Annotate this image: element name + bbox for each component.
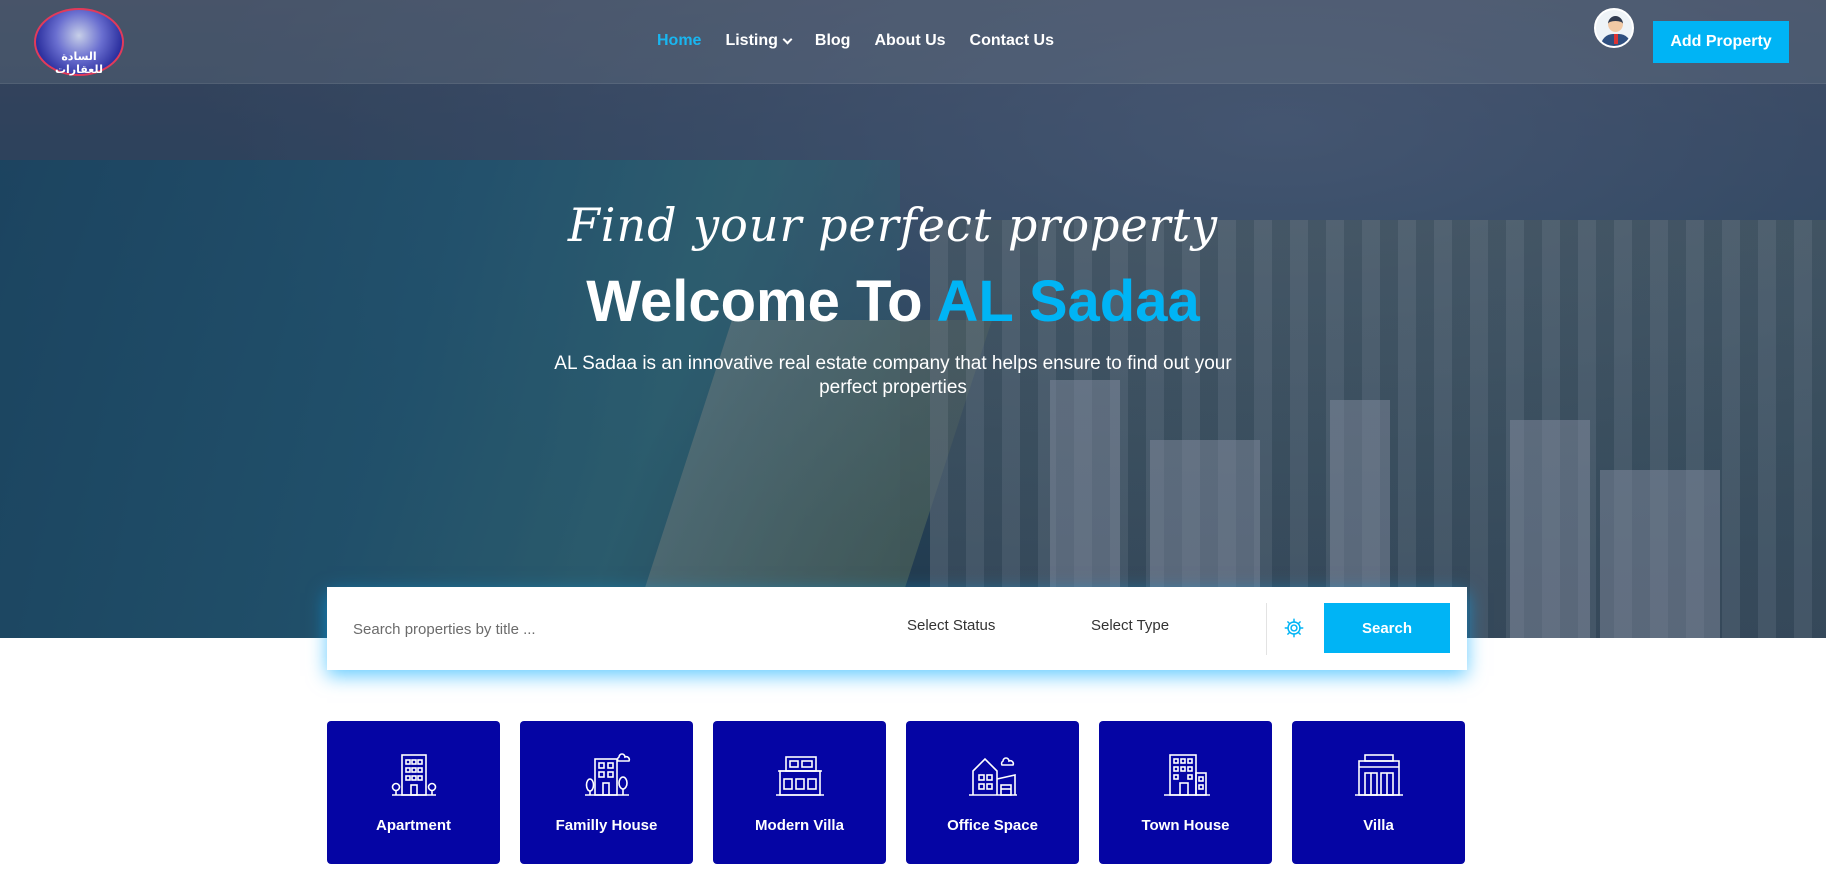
- category-label: Apartment: [375, 817, 451, 834]
- category-list: Apartment Familly House Modern Villa Off…: [327, 721, 1485, 864]
- hero-subtitle: AL Sadaa is an innovative real estate co…: [554, 353, 1232, 398]
- top-navbar: السادة للعقارات Home Listing Blog About …: [0, 0, 1826, 84]
- status-select[interactable]: Select Status: [907, 617, 995, 634]
- avatar-tie: [1614, 34, 1618, 44]
- nav-home[interactable]: Home: [657, 32, 701, 50]
- nav-about-us[interactable]: About Us: [874, 32, 945, 50]
- nav-contact-us[interactable]: Contact Us: [970, 32, 1054, 50]
- nav-about-label: About Us: [874, 32, 946, 49]
- search-button[interactable]: Search: [1324, 603, 1450, 653]
- nav-blog[interactable]: Blog: [815, 32, 851, 50]
- family-house-icon: [584, 753, 630, 796]
- add-property-button[interactable]: Add Property: [1653, 21, 1789, 63]
- office-space-icon: [968, 757, 1017, 796]
- main-nav: Home Listing Blog About Us Contact Us: [657, 32, 1078, 50]
- avatar-head: [1608, 16, 1623, 32]
- category-label: Villa: [1363, 817, 1394, 834]
- category-modern-villa[interactable]: Modern Villa: [713, 721, 886, 864]
- type-select[interactable]: Select Type: [1091, 617, 1169, 634]
- category-label: Office Space: [947, 817, 1038, 834]
- hero-title: Welcome To AL Sadaa: [0, 268, 1786, 335]
- property-search-bar: Select Status Select Type Search: [327, 587, 1467, 670]
- villa-icon: [1354, 754, 1403, 796]
- category-label: Familly House: [555, 817, 658, 834]
- chevron-down-icon: [782, 34, 793, 44]
- hero-tagline: Find your perfect property: [567, 198, 1219, 252]
- hero-banner: Find your perfect property Welcome To AL…: [0, 0, 1826, 638]
- apartment-icon: [391, 754, 436, 796]
- nav-contact-label: Contact Us: [969, 32, 1054, 49]
- gear-icon[interactable]: [1283, 617, 1305, 639]
- category-label: Modern Villa: [755, 817, 844, 834]
- user-avatar[interactable]: [1594, 8, 1634, 48]
- modern-villa-icon: [775, 756, 824, 796]
- site-logo[interactable]: السادة للعقارات: [34, 8, 124, 76]
- category-town-house[interactable]: Town House: [1099, 721, 1272, 864]
- category-apartment[interactable]: Apartment: [327, 721, 500, 864]
- hero-brand-name: AL Sadaa: [936, 269, 1200, 334]
- category-villa[interactable]: Villa: [1292, 721, 1465, 864]
- nav-blog-label: Blog: [814, 32, 851, 49]
- category-office-space[interactable]: Office Space: [906, 721, 1079, 864]
- nav-listing-label: Listing: [725, 32, 778, 49]
- search-input[interactable]: [345, 609, 845, 649]
- logo-text: السادة للعقارات: [54, 51, 104, 76]
- hero-title-prefix: Welcome To: [586, 269, 937, 334]
- nav-home-label: Home: [657, 32, 702, 49]
- category-family-house[interactable]: Familly House: [520, 721, 693, 864]
- search-divider: [1266, 603, 1267, 655]
- town-house-icon: [1163, 754, 1210, 796]
- category-label: Town House: [1141, 817, 1230, 834]
- nav-listing[interactable]: Listing: [725, 32, 793, 50]
